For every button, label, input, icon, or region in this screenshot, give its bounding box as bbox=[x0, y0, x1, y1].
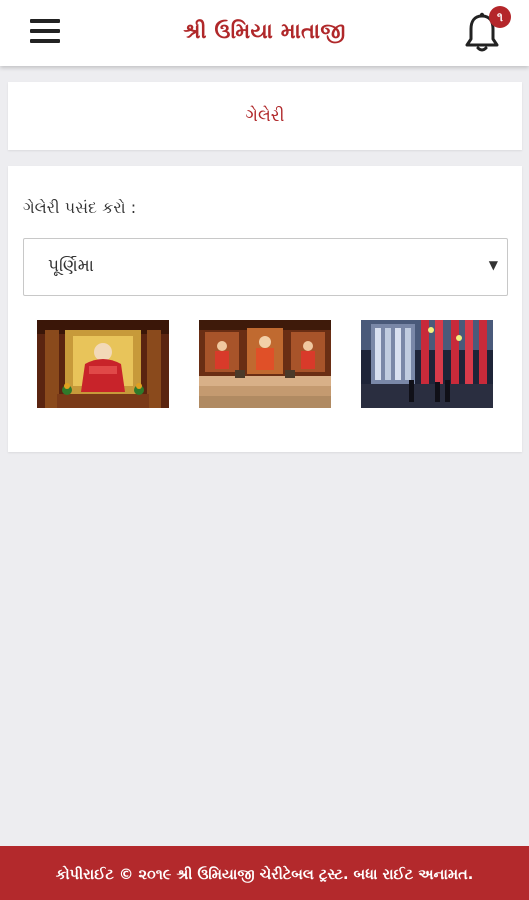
gallery-thumbnail-2[interactable] bbox=[199, 320, 331, 408]
gallery-select-value: પૂર્ણિમા bbox=[48, 256, 94, 276]
idol-photo-image bbox=[37, 320, 169, 408]
notifications-button[interactable]: ૧ bbox=[462, 6, 511, 56]
gallery-select[interactable]: પૂર્ણિમા ▼ bbox=[23, 238, 508, 296]
dropdown-arrow-icon: ▼ bbox=[488, 258, 498, 272]
gallery-thumbnail-3[interactable] bbox=[361, 320, 493, 408]
altar-photo-image bbox=[199, 320, 331, 408]
gallery-thumbnail-1[interactable] bbox=[37, 320, 169, 408]
temple-night-photo-image bbox=[361, 320, 493, 408]
notification-badge: ૧ bbox=[489, 6, 511, 28]
page-title: ગેલેરી bbox=[245, 106, 285, 126]
gallery-card: ગેલેરી પસંદ કરો : પૂર્ણિમા ▼ bbox=[8, 166, 522, 452]
footer-copyright: કોપીરાઈટ © ૨૦૧૯ શ્રી ઉમિયાજી ચેરીટેબલ ટ્… bbox=[0, 846, 529, 900]
section-header-card: ગેલેરી bbox=[8, 82, 522, 150]
app-title: શ્રી ઉમિયા માતાજી bbox=[183, 19, 346, 43]
app-bar: શ્રી ઉમિયા માતાજી ૧ bbox=[0, 0, 529, 66]
gallery-select-label: ગેલેરી પસંદ કરો : bbox=[23, 198, 137, 217]
